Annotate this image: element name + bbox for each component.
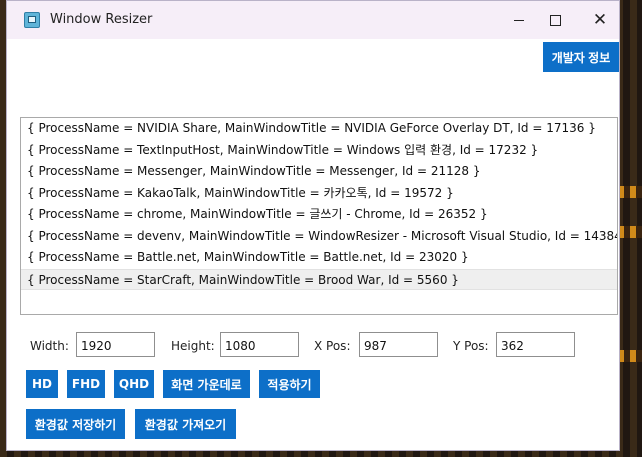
- apply-button[interactable]: 적용하기: [259, 370, 320, 398]
- process-list-item[interactable]: { ProcessName = NVIDIA Share, MainWindow…: [21, 118, 617, 140]
- minimize-button[interactable]: [504, 5, 534, 35]
- ypos-label: Y Pos:: [453, 339, 489, 353]
- height-field[interactable]: [220, 332, 299, 357]
- fhd-button[interactable]: FHD: [67, 370, 105, 398]
- window-title: Window Resizer: [50, 12, 153, 27]
- minimize-icon: [514, 19, 524, 21]
- process-list-item[interactable]: { ProcessName = Messenger, MainWindowTit…: [21, 161, 617, 183]
- maximize-button[interactable]: [540, 5, 570, 35]
- process-list-item[interactable]: { ProcessName = TextInputHost, MainWindo…: [21, 140, 617, 162]
- qhd-button[interactable]: QHD: [114, 370, 154, 398]
- width-field[interactable]: [76, 332, 155, 357]
- developer-info-button[interactable]: 개발자 정보: [543, 42, 619, 72]
- process-list-item[interactable]: { ProcessName = chrome, MainWindowTitle …: [21, 204, 617, 226]
- process-list-item[interactable]: { ProcessName = StarCraft, MainWindowTit…: [21, 268, 617, 290]
- hd-button[interactable]: HD: [26, 370, 58, 398]
- app-window: Window Resizer ✕ 개발자 정보 { ProcessName = …: [6, 0, 620, 451]
- height-label: Height:: [171, 339, 215, 353]
- app-icon: [24, 12, 40, 28]
- ypos-field[interactable]: [496, 332, 575, 357]
- process-list-item[interactable]: { ProcessName = KakaoTalk, MainWindowTit…: [21, 183, 617, 205]
- process-list-item[interactable]: { ProcessName = devenv, MainWindowTitle …: [21, 226, 617, 248]
- background-stripe: [618, 186, 642, 198]
- title-bar[interactable]: Window Resizer ✕: [7, 1, 619, 39]
- save-settings-button[interactable]: 환경값 저장하기: [26, 409, 125, 439]
- process-list-item[interactable]: { ProcessName = Battle.net, MainWindowTi…: [21, 247, 617, 269]
- load-settings-button[interactable]: 환경값 가져오기: [135, 409, 236, 439]
- maximize-icon: [549, 14, 561, 26]
- center-screen-button[interactable]: 화면 가운데로: [163, 370, 250, 398]
- close-icon: ✕: [592, 9, 608, 30]
- xpos-field[interactable]: [359, 332, 438, 357]
- background-stripe: [618, 226, 642, 238]
- close-button[interactable]: ✕: [585, 5, 615, 35]
- process-list[interactable]: { ProcessName = NVIDIA Share, MainWindow…: [20, 117, 618, 315]
- width-label: Width:: [30, 339, 69, 353]
- xpos-label: X Pos:: [314, 339, 351, 353]
- background-stripe: [618, 350, 642, 362]
